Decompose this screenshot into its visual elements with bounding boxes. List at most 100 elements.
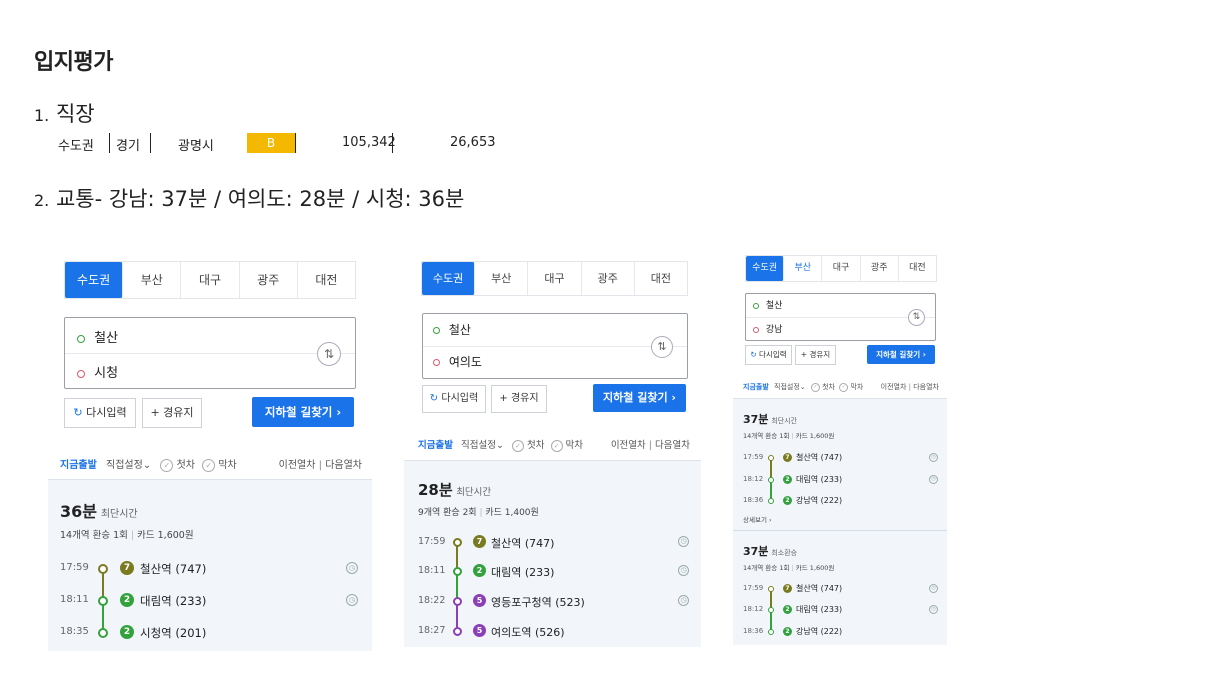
first-train-option[interactable]: ✓ 첫차	[511, 439, 545, 452]
clock-icon[interactable]: ◷	[929, 584, 938, 593]
route-result[interactable]: 36분 최단시간 14개역 환승 1회 | 카드 1,600원 17:59 7 …	[48, 479, 372, 651]
tab-region[interactable]: 부산	[784, 256, 823, 281]
now-option[interactable]: 지금출발	[743, 383, 769, 391]
next-train-button[interactable]: 다음열차	[913, 383, 939, 391]
origin-field[interactable]: 철산	[423, 321, 687, 339]
last-train-option[interactable]: ✓ 막차	[202, 458, 237, 472]
last-label: 막차	[565, 440, 584, 451]
check-icon: ✓	[202, 458, 216, 472]
now-option[interactable]: 지금출발	[418, 440, 453, 451]
stop-node	[453, 538, 462, 547]
reset-label: 다시입력	[86, 406, 127, 419]
tab-region[interactable]: 대전	[298, 262, 355, 298]
clock-icon[interactable]: ◷	[346, 594, 358, 606]
tab-region[interactable]: 대전	[899, 256, 936, 281]
chevron-down-icon: ⌄	[799, 383, 806, 391]
train-nav: 이전열차 | 다음열차	[278, 460, 362, 471]
detail-link[interactable]: 상세보기 ›	[743, 514, 772, 524]
subway-panel-3: 수도권 부산 대구 광주 대전 철산 강남 ⇅ ↻ 다시입력 + 경유지 지하철…	[733, 252, 947, 645]
origin-station: 철산	[765, 301, 783, 311]
section-number: 2.	[34, 191, 50, 210]
tab-region[interactable]: 부산	[475, 262, 529, 295]
last-train-option[interactable]: ✓ 막차	[550, 439, 584, 452]
line-badge: 7	[473, 535, 486, 548]
first-train-option[interactable]: ✓ 첫차	[810, 382, 835, 392]
route-duration: 36분 최단시간	[60, 502, 138, 521]
direct-option[interactable]: 직접설정⌄	[461, 440, 504, 451]
reset-button[interactable]: ↻ 다시입력	[422, 385, 486, 413]
departure-options: 지금출발 직접설정⌄ ✓ 첫차 ✓ 막차 이전열차 | 다음열차	[418, 437, 690, 452]
line-badge: 2	[783, 475, 792, 484]
next-train-button[interactable]: 다음열차	[655, 440, 690, 451]
clock-icon[interactable]: ◷	[346, 562, 358, 574]
first-train-option[interactable]: ✓ 첫차	[160, 458, 195, 472]
clock-icon[interactable]: ◷	[929, 475, 938, 484]
station-inputs: 철산 시청 ⇅	[64, 317, 356, 389]
route-summary: 14개역 환승 1회 | 카드 1,600원	[743, 564, 835, 572]
station-name: 대림역 (233)	[491, 566, 555, 579]
destination-dot-icon	[433, 359, 440, 366]
clock-icon[interactable]: ◷	[929, 453, 938, 462]
swap-icon[interactable]: ⇅	[317, 342, 341, 366]
station-name: 강남역 (222)	[796, 496, 843, 505]
add-waypoint-button[interactable]: + 경유지	[491, 385, 547, 413]
tab-region[interactable]: 대구	[181, 262, 240, 298]
destination-field[interactable]: 강남	[746, 322, 935, 336]
tab-region[interactable]: 수도권	[746, 256, 785, 281]
stop-node	[768, 455, 774, 461]
clock-icon[interactable]: ◷	[678, 565, 689, 576]
route-result[interactable]: 28분 최단시간 9개역 환승 2회 | 카드 1,400원 17:59 7 철…	[404, 460, 701, 647]
direct-option[interactable]: 직접설정⌄	[106, 460, 151, 471]
tab-region[interactable]: 수도권	[422, 262, 476, 295]
clock-icon[interactable]: ◷	[929, 605, 938, 614]
subway-search-button[interactable]: 지하철 길찾기 ›	[867, 345, 935, 364]
tab-region[interactable]: 광주	[861, 256, 899, 281]
waypoint-label: 경유지	[510, 393, 539, 404]
tab-region[interactable]: 대구	[822, 256, 861, 281]
clock-icon[interactable]: ◷	[678, 536, 689, 547]
tab-region[interactable]: 대구	[528, 262, 582, 295]
origin-field[interactable]: 철산	[65, 327, 355, 346]
subway-search-button[interactable]: 지하철 길찾기 ›	[593, 384, 686, 412]
origin-dot-icon	[433, 327, 440, 334]
destination-field[interactable]: 시청	[65, 362, 355, 381]
destination-station: 시청	[94, 366, 119, 381]
first-label: 첫차	[527, 440, 545, 451]
stop-row: 18:11 2 대림역 (233) ◷	[60, 592, 360, 610]
clock-icon[interactable]: ◷	[678, 595, 689, 606]
tab-region[interactable]: 수도권	[65, 262, 124, 298]
check-icon: ✓	[839, 382, 849, 392]
station-name: 대림역 (233)	[140, 594, 207, 608]
reset-button[interactable]: ↻ 다시입력	[745, 345, 792, 365]
stop-row: 18:36 2 강남역 (222)	[743, 495, 939, 507]
reset-button[interactable]: ↻ 다시입력	[64, 398, 136, 428]
destination-field[interactable]: 여의도	[423, 353, 687, 371]
station-name: 철산역 (747)	[796, 453, 843, 462]
now-option[interactable]: 지금출발	[60, 460, 97, 471]
next-train-button[interactable]: 다음열차	[325, 460, 362, 471]
origin-field[interactable]: 철산	[746, 298, 935, 312]
prev-train-button[interactable]: 이전열차	[279, 460, 316, 471]
departure-options: 지금출발 직접설정⌄ ✓ 첫차 ✓ 막차 이전열차 | 다음열차	[60, 456, 362, 472]
tab-region[interactable]: 광주	[240, 262, 298, 298]
add-waypoint-button[interactable]: + 경유지	[142, 398, 202, 428]
subway-search-button[interactable]: 지하철 길찾기 ›	[252, 397, 354, 427]
swap-icon[interactable]: ⇅	[651, 336, 673, 358]
add-waypoint-button[interactable]: + 경유지	[795, 345, 836, 365]
stop-row: 18:22 5 영등포구청역 (523) ◷	[418, 593, 690, 609]
last-train-option[interactable]: ✓ 막차	[839, 382, 863, 392]
tab-region[interactable]: 광주	[582, 262, 635, 295]
tab-region[interactable]: 대전	[635, 262, 687, 295]
line-badge: 2	[783, 496, 792, 505]
direct-label: 직접설정	[461, 440, 496, 451]
tab-region[interactable]: 부산	[123, 262, 182, 298]
prev-train-button[interactable]: 이전열차	[881, 383, 907, 391]
origin-station: 철산	[448, 323, 471, 337]
prev-train-button[interactable]: 이전열차	[611, 440, 646, 451]
stop-row: 18:12 2 대림역 (233) ◷	[743, 474, 939, 486]
stop-node	[768, 498, 774, 504]
direct-option[interactable]: 직접설정⌄	[774, 383, 806, 391]
region-tabs: 수도권 부산 대구 광주 대전	[421, 261, 688, 296]
stop-time: 18:11	[60, 594, 89, 605]
swap-icon[interactable]: ⇅	[908, 309, 925, 326]
